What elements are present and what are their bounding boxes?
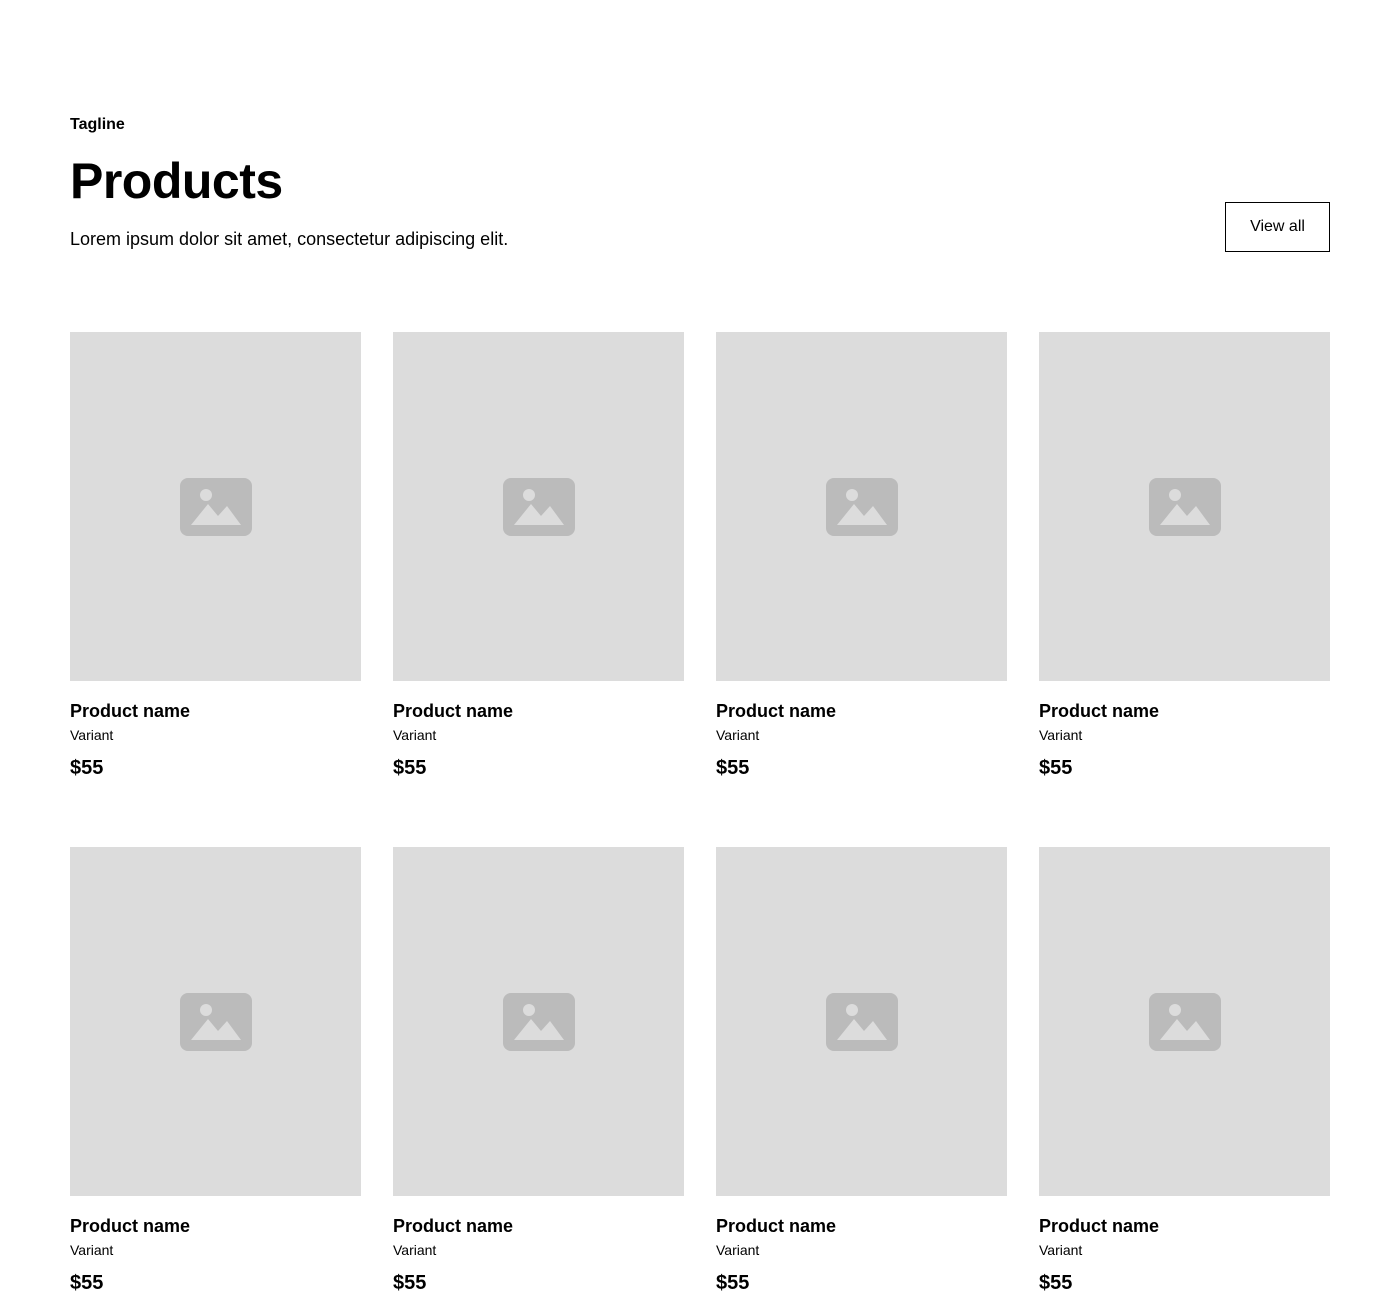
product-image[interactable] — [1039, 332, 1330, 681]
product-price: $55 — [393, 1272, 427, 1294]
product-image[interactable] — [716, 332, 1007, 681]
product-card[interactable]: Product name Variant $55 — [393, 847, 684, 1296]
product-price: $55 — [70, 1272, 104, 1294]
view-all-button[interactable]: View all — [1225, 202, 1330, 252]
product-price: $55 — [393, 757, 427, 779]
image-placeholder-icon — [1148, 992, 1221, 1051]
page-title: Products — [70, 153, 283, 209]
image-placeholder-icon — [825, 992, 898, 1051]
product-variant: Variant — [1039, 1242, 1083, 1258]
section-description: Lorem ipsum dolor sit amet, consectetur … — [70, 229, 509, 249]
product-card[interactable]: Product name Variant $55 — [70, 332, 361, 781]
product-price: $55 — [716, 757, 750, 779]
product-variant: Variant — [716, 1242, 760, 1258]
image-placeholder-icon — [179, 992, 252, 1051]
image-placeholder-icon — [502, 477, 575, 536]
product-image[interactable] — [70, 332, 361, 681]
product-name[interactable]: Product name — [716, 699, 836, 723]
product-card[interactable]: Product name Variant $55 — [1039, 332, 1330, 781]
product-card[interactable]: Product name Variant $55 — [716, 332, 1007, 781]
product-name[interactable]: Product name — [393, 1214, 513, 1238]
product-price: $55 — [1039, 1272, 1073, 1294]
product-name[interactable]: Product name — [1039, 699, 1159, 723]
product-card[interactable]: Product name Variant $55 — [716, 847, 1007, 1296]
product-variant: Variant — [70, 727, 114, 743]
product-variant: Variant — [393, 727, 437, 743]
product-card[interactable]: Product name Variant $55 — [70, 847, 361, 1296]
product-variant: Variant — [1039, 727, 1083, 743]
image-placeholder-icon — [825, 477, 898, 536]
product-variant: Variant — [70, 1242, 114, 1258]
image-placeholder-icon — [179, 477, 252, 536]
product-price: $55 — [716, 1272, 750, 1294]
product-card[interactable]: Product name Variant $55 — [393, 332, 684, 781]
product-image[interactable] — [716, 847, 1007, 1196]
image-placeholder-icon — [502, 992, 575, 1051]
product-name[interactable]: Product name — [716, 1214, 836, 1238]
product-name[interactable]: Product name — [1039, 1214, 1159, 1238]
product-card[interactable]: Product name Variant $55 — [1039, 847, 1330, 1296]
product-variant: Variant — [393, 1242, 437, 1258]
product-image[interactable] — [70, 847, 361, 1196]
product-image[interactable] — [1039, 847, 1330, 1196]
product-name[interactable]: Product name — [393, 699, 513, 723]
product-grid: Product name Variant $55 Product name Va… — [70, 332, 1330, 1296]
product-name[interactable]: Product name — [70, 1214, 190, 1238]
product-variant: Variant — [716, 727, 760, 743]
product-image[interactable] — [393, 847, 684, 1196]
product-name[interactable]: Product name — [70, 699, 190, 723]
product-price: $55 — [70, 757, 104, 779]
image-placeholder-icon — [1148, 477, 1221, 536]
product-price: $55 — [1039, 757, 1073, 779]
product-image[interactable] — [393, 332, 684, 681]
section-tagline: Tagline — [70, 116, 125, 133]
